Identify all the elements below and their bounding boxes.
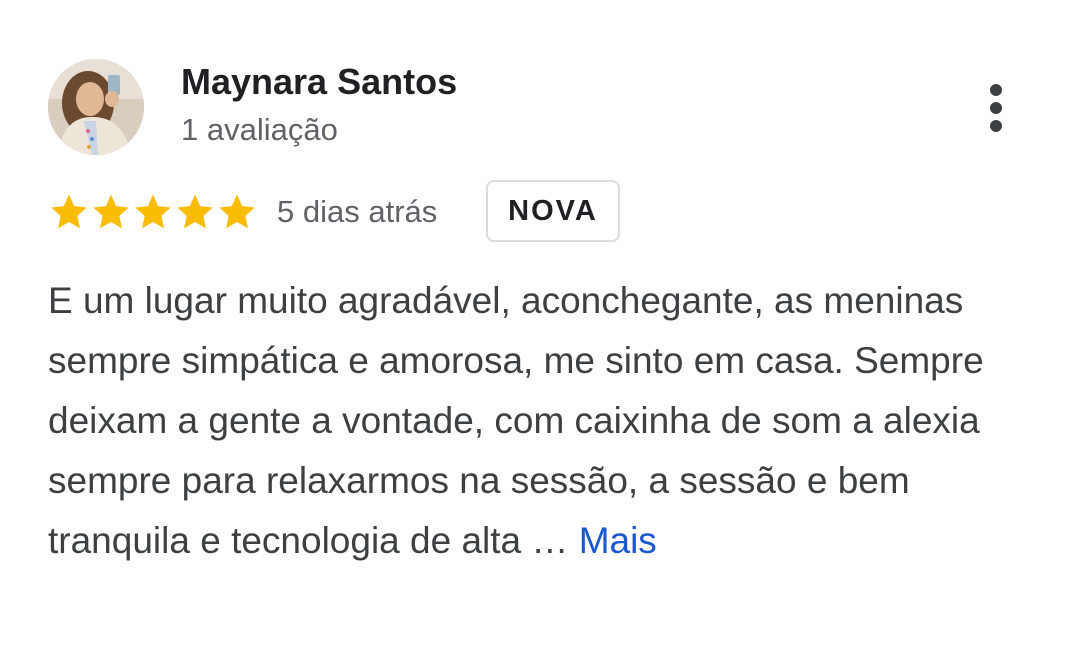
review-date: 5 dias atrás: [277, 194, 438, 229]
reviewer-review-count: 1 avaliação: [181, 112, 338, 147]
rating-row: 5 dias atrás NOVA: [48, 180, 748, 244]
star-icon: [93, 194, 129, 229]
review-body: E um lugar muito agradável, aconchegante…: [48, 280, 984, 561]
more-link[interactable]: Mais: [579, 520, 657, 561]
more-vert-icon: [990, 84, 1002, 132]
more-options-button[interactable]: [972, 78, 1020, 138]
review-text: E um lugar muito agradável, aconchegante…: [48, 271, 1048, 571]
star-icon: [177, 194, 213, 229]
reviewer-name[interactable]: Maynara Santos: [181, 60, 457, 104]
avatar[interactable]: [48, 59, 144, 155]
star-icon: [219, 194, 255, 229]
star-icon: [51, 194, 87, 229]
star-rating: [48, 192, 258, 232]
profile-photo-icon: [48, 59, 144, 155]
new-badge: NOVA: [486, 180, 620, 242]
review-card: Maynara Santos 1 avaliação 5 dias atrás …: [0, 0, 1080, 654]
star-icon: [135, 194, 171, 229]
